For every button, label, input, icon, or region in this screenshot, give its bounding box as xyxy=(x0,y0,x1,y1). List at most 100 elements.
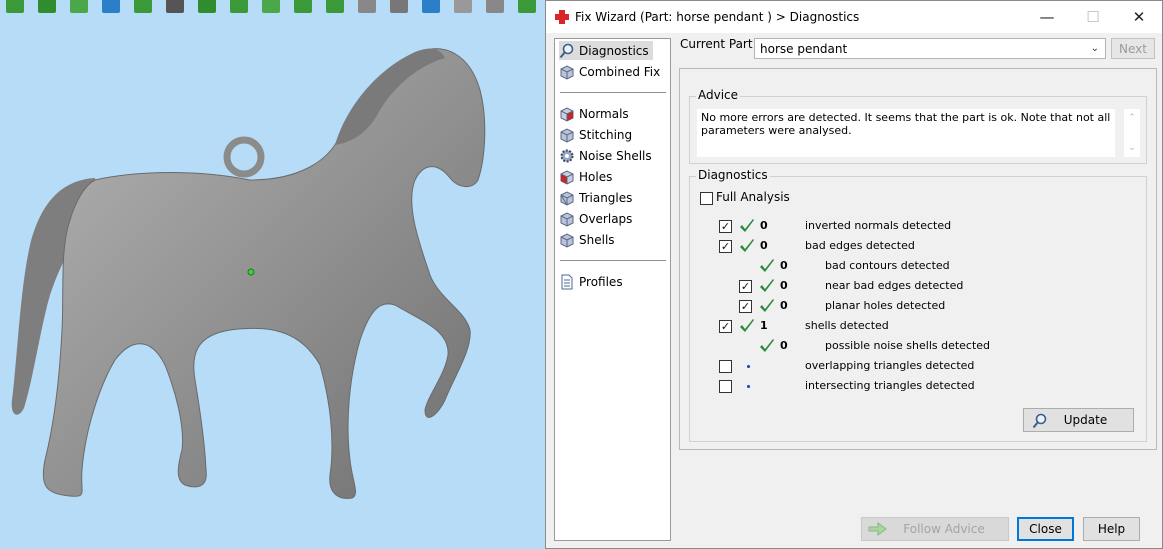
nav-item-triangles[interactable]: Triangles xyxy=(559,188,636,207)
help-button[interactable]: Help xyxy=(1083,517,1140,541)
diagnostic-row: intersecting triangles detected xyxy=(690,378,1130,396)
diagnostic-row: ✓ 0 inverted normals detected xyxy=(690,218,1130,236)
minimize-button[interactable]: — xyxy=(1024,1,1070,33)
current-part-value: horse pendant xyxy=(760,41,848,56)
diagnostic-row: 0 bad contours detected xyxy=(690,258,1130,276)
nav-item-overlaps[interactable]: Overlaps xyxy=(559,209,636,228)
fix-wizard-dialog: Fix Wizard (Part: horse pendant ) > Diag… xyxy=(545,0,1163,549)
diagnostic-checkbox[interactable]: ✓ xyxy=(739,280,752,293)
check-icon xyxy=(740,219,754,232)
full-analysis-checkbox[interactable] xyxy=(700,192,713,205)
diagnostic-row: 0 possible noise shells detected xyxy=(690,338,1130,356)
diagnostics-legend: Diagnostics xyxy=(696,168,770,182)
nav-item-normals[interactable]: Normals xyxy=(559,104,633,123)
nav-item-combined-fix[interactable]: Combined Fix xyxy=(559,62,664,81)
diagnostic-label: shells detected xyxy=(805,319,889,332)
close-button[interactable]: Close xyxy=(1017,517,1074,541)
document-icon xyxy=(559,274,575,290)
leaf-icon[interactable] xyxy=(290,0,316,13)
close-window-button[interactable]: ✕ xyxy=(1116,1,1162,33)
move-icon[interactable] xyxy=(194,0,220,13)
current-part-select[interactable]: horse pendant ⌄ xyxy=(754,38,1106,59)
diagnostic-checkbox[interactable]: ✓ xyxy=(739,300,752,313)
leaf-icon[interactable] xyxy=(130,0,156,13)
leaf-icon[interactable] xyxy=(514,0,540,13)
cube-icon xyxy=(559,190,575,206)
gear-cube-icon xyxy=(559,148,575,164)
diagnostics-panel: Advice No more errors are detected. It s… xyxy=(679,68,1157,450)
follow-advice-button[interactable]: Follow Advice xyxy=(861,517,1009,541)
nav-item-label: Overlaps xyxy=(579,211,633,226)
scroll-up-icon[interactable]: ⌃ xyxy=(1128,113,1136,123)
cube-icon[interactable] xyxy=(386,0,412,13)
nav-item-label: Profiles xyxy=(579,274,623,289)
horse-pendant-model[interactable] xyxy=(0,30,546,549)
diagnostic-count: 0 xyxy=(780,279,788,292)
advice-text: No more errors are detected. It seems th… xyxy=(697,109,1115,157)
3d-viewport[interactable] xyxy=(0,0,546,549)
cube-icon xyxy=(559,64,575,80)
diagnostic-checkbox[interactable] xyxy=(719,380,732,393)
advice-group: Advice No more errors are detected. It s… xyxy=(689,88,1147,164)
diagnostic-row: ✓ 0 bad edges detected xyxy=(690,238,1130,256)
cut-icon[interactable] xyxy=(162,0,188,13)
diagnostic-label: possible noise shells detected xyxy=(825,339,991,352)
cube-icon[interactable] xyxy=(482,0,508,13)
advice-legend: Advice xyxy=(696,88,741,102)
check-icon xyxy=(760,279,774,292)
diagnostic-count: 0 xyxy=(780,299,788,312)
maximize-button[interactable]: ☐ xyxy=(1070,1,1116,33)
red-cross-icon xyxy=(555,10,569,24)
nav-separator xyxy=(560,260,666,261)
nav-item-profiles[interactable]: Profiles xyxy=(559,272,627,291)
scroll-down-icon[interactable]: ⌄ xyxy=(1128,143,1136,153)
diagnostic-checkbox[interactable]: ✓ xyxy=(719,220,732,233)
select-icon[interactable] xyxy=(2,0,28,13)
check-icon xyxy=(760,299,774,312)
diagnostic-checkbox[interactable] xyxy=(719,360,732,373)
current-part-label: Current Part: xyxy=(680,37,757,51)
nav-item-stitching[interactable]: Stitching xyxy=(559,125,636,144)
arrow-icon[interactable] xyxy=(34,0,60,13)
title-bar[interactable]: Fix Wizard (Part: horse pendant ) > Diag… xyxy=(546,1,1162,33)
diagnostic-checkbox[interactable]: ✓ xyxy=(719,320,732,333)
nav-item-shells[interactable]: Shells xyxy=(559,230,619,249)
nav-item-label: Combined Fix xyxy=(579,64,661,79)
next-button[interactable]: Next xyxy=(1111,38,1155,59)
leaf-icon[interactable] xyxy=(66,0,92,13)
check-icon xyxy=(740,239,754,252)
nav-item-noise-shells[interactable]: Noise Shells xyxy=(559,146,656,165)
nav-item-diagnostics[interactable]: Diagnostics xyxy=(559,41,653,60)
diagnostic-count: 0 xyxy=(760,219,768,232)
diagnostic-row: ✓ 0 planar holes detected xyxy=(690,298,1130,316)
diagnostic-row: ✓ 0 near bad edges detected xyxy=(690,278,1130,296)
nav-item-holes[interactable]: Holes xyxy=(559,167,616,186)
nav-item-label: Triangles xyxy=(579,190,633,205)
diagnostic-count: 0 xyxy=(780,259,788,272)
update-label: Update xyxy=(1063,413,1108,427)
follow-advice-label: Follow Advice xyxy=(903,522,985,536)
cube-icon[interactable] xyxy=(418,0,444,13)
main-toolbar xyxy=(0,0,546,16)
diagnostic-label: near bad edges detected xyxy=(825,279,964,292)
nav-item-label: Stitching xyxy=(579,127,633,142)
window-title: Fix Wizard (Part: horse pendant ) > Diag… xyxy=(575,10,860,24)
advice-scrollbar[interactable]: ⌃ ⌄ xyxy=(1124,109,1140,157)
leaf-icon[interactable] xyxy=(258,0,284,13)
move-icon[interactable] xyxy=(98,0,124,13)
check-icon xyxy=(760,259,774,272)
diagnostics-group: Diagnostics Full Analysis ✓ 0 inverted nor… xyxy=(689,168,1147,442)
diagnostic-label: overlapping triangles detected xyxy=(805,359,975,372)
cube-icon[interactable] xyxy=(354,0,380,13)
cube-icon[interactable] xyxy=(450,0,476,13)
diagnostic-label: planar holes detected xyxy=(825,299,946,312)
diagnostic-label: intersecting triangles detected xyxy=(805,379,975,392)
not-analysed-dot-icon xyxy=(747,385,750,388)
cube-icon xyxy=(559,127,575,143)
diagnostic-checkbox[interactable]: ✓ xyxy=(719,240,732,253)
leaf-icon[interactable] xyxy=(226,0,252,13)
nav-item-label: Shells xyxy=(579,232,615,247)
cube-red-icon xyxy=(559,106,575,122)
leaf-icon[interactable] xyxy=(322,0,348,13)
update-button[interactable]: Update xyxy=(1023,408,1134,432)
